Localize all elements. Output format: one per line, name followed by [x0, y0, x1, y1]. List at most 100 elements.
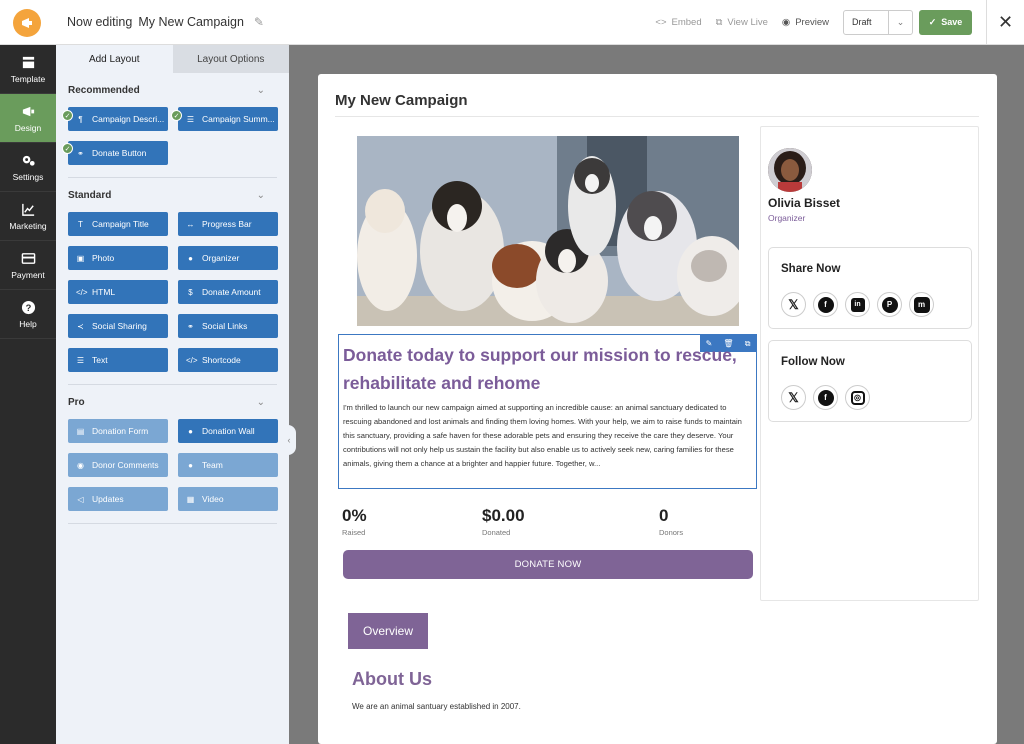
- facebook-icon[interactable]: f: [813, 292, 838, 317]
- about-heading: About Us: [352, 669, 432, 689]
- pinterest-icon[interactable]: P: [877, 292, 902, 317]
- avatar: [768, 148, 812, 192]
- share-title: Share Now: [781, 263, 841, 275]
- layout-label: Social Sharing: [92, 321, 147, 331]
- duplicate-icon[interactable]: ⧉: [745, 339, 751, 349]
- mastodon-icon[interactable]: m: [909, 292, 934, 317]
- layout-updates[interactable]: ◁ Updates: [68, 487, 168, 511]
- layout-social-sharing[interactable]: ≺ Social Sharing: [68, 314, 168, 338]
- link-icon: ⚭: [77, 148, 84, 158]
- layout-shortcode[interactable]: </> Shortcode: [178, 348, 278, 372]
- top-bar: Now editing My New Campaign ✎ <> Embed ⧉…: [0, 0, 1024, 45]
- share-box: Share Now 𝕏 f in P m: [768, 247, 972, 329]
- layout-progress-bar[interactable]: ↔ Progress Bar: [178, 212, 278, 236]
- layout-campaign-summary[interactable]: ☰ Campaign Summ...: [178, 107, 278, 131]
- layout-text[interactable]: ☰ Text: [68, 348, 168, 372]
- layout-team[interactable]: ● Team: [178, 453, 278, 477]
- layout-donate-button[interactable]: ⚭ Donate Button: [68, 141, 168, 165]
- layout-donation-form[interactable]: ▤ Donation Form: [68, 419, 168, 443]
- campaign-name: My New Campaign: [138, 15, 244, 29]
- layout-donation-wall[interactable]: ● Donation Wall: [178, 419, 278, 443]
- layout-campaign-description[interactable]: ¶ Campaign Descri...: [68, 107, 168, 131]
- layout-html[interactable]: </> HTML: [68, 280, 168, 304]
- organizer-role: Organizer: [768, 213, 806, 223]
- chevron-down-icon[interactable]: ⌄: [257, 397, 265, 408]
- standard-header[interactable]: Standard ⌄: [68, 178, 265, 212]
- stat-value: 0: [659, 506, 669, 525]
- nav-label: Template: [10, 73, 46, 84]
- layout-social-links[interactable]: ⚭ Social Links: [178, 314, 278, 338]
- x-icon[interactable]: 𝕏: [781, 292, 806, 317]
- preview-link[interactable]: ◉ Preview: [782, 17, 829, 28]
- stat-raised: 0% Raised: [342, 506, 367, 537]
- close-icon[interactable]: ✕: [986, 0, 1024, 44]
- megaphone-icon: [22, 106, 34, 116]
- organizer-photo: [768, 148, 812, 192]
- section-title: Pro: [68, 396, 85, 408]
- nav-payment[interactable]: Payment: [0, 241, 56, 290]
- layout-organizer[interactable]: ● Organizer: [178, 246, 278, 270]
- added-check-icon: ✓: [62, 143, 73, 154]
- pro-section: Pro ⌄ ▤ Donation Form ● Donation Wall ◉ Don…: [68, 385, 278, 524]
- campaign-description-block[interactable]: ✎ 🗑︎ ⧉ Donate today to support our missi…: [338, 334, 757, 489]
- dollar-icon: $: [188, 287, 193, 297]
- nav-settings[interactable]: Settings: [0, 143, 56, 192]
- external-link-icon: ⧉: [715, 16, 723, 28]
- tab-overview[interactable]: Overview: [348, 613, 428, 649]
- status-select[interactable]: Draft ⌄: [843, 9, 913, 35]
- nav-help[interactable]: ? Help: [0, 290, 56, 339]
- app-logo[interactable]: [13, 9, 41, 37]
- embed-link[interactable]: <> Embed: [655, 17, 701, 28]
- user-icon: ●: [188, 253, 193, 263]
- arrows-icon: ↔: [186, 219, 195, 229]
- list-icon: ☰: [186, 114, 195, 124]
- chevron-down-icon[interactable]: ⌄: [888, 10, 912, 34]
- linkedin-icon[interactable]: in: [845, 292, 870, 317]
- layout-campaign-title[interactable]: T Campaign Title: [68, 212, 168, 236]
- text-icon: T: [78, 219, 83, 229]
- collapse-panel-icon[interactable]: ‹: [282, 425, 296, 455]
- team-icon: ●: [188, 460, 193, 470]
- nav-template[interactable]: Template: [0, 45, 56, 94]
- campaign-description: I'm thrilled to launch our new campaign …: [343, 403, 742, 469]
- tab-add-layout[interactable]: Add Layout: [56, 45, 173, 73]
- layout-donate-amount[interactable]: $ Donate Amount: [178, 280, 278, 304]
- layout-label: Shortcode: [202, 355, 241, 365]
- instagram-icon[interactable]: ◎: [845, 385, 870, 410]
- recommended-header[interactable]: Recommended ⌄: [68, 73, 265, 107]
- megaphone-icon: ◁: [77, 494, 84, 504]
- save-button[interactable]: ✓ Save: [919, 9, 972, 35]
- layout-donor-comments[interactable]: ◉ Donor Comments: [68, 453, 168, 477]
- gears-icon: [22, 155, 35, 166]
- layout-panel: Add Layout Layout Options Recommended ⌄ …: [56, 45, 289, 744]
- layout-label: Campaign Title: [92, 219, 149, 229]
- layout-label: Campaign Summ...: [202, 114, 275, 124]
- chevron-down-icon[interactable]: ⌄: [257, 190, 265, 201]
- tab-layout-options[interactable]: Layout Options: [172, 45, 289, 73]
- page-title: My New Campaign: [335, 92, 468, 109]
- view-live-link[interactable]: ⧉ View Live: [716, 17, 768, 28]
- section-title: Standard: [68, 189, 112, 201]
- divider: [335, 116, 979, 117]
- follow-box: Follow Now 𝕏 f ◎: [768, 340, 972, 422]
- pencil-icon[interactable]: ✎: [254, 15, 264, 29]
- layout-label: Social Links: [202, 321, 248, 331]
- layout-label: Donate Button: [92, 148, 147, 158]
- facebook-icon[interactable]: f: [813, 385, 838, 410]
- nav-label: Help: [19, 318, 37, 329]
- campaign-photo[interactable]: [357, 136, 739, 326]
- standard-section: Standard ⌄ T Campaign Title ↔ Progress Bar…: [68, 178, 278, 385]
- chevron-down-icon[interactable]: ⌄: [257, 85, 265, 96]
- editing-label: Now editing: [67, 15, 133, 29]
- nav-design[interactable]: Design: [0, 94, 56, 143]
- x-icon[interactable]: 𝕏: [781, 385, 806, 410]
- check-icon: ✓: [928, 16, 937, 27]
- donate-now-button[interactable]: DONATE NOW: [343, 550, 753, 579]
- pro-header[interactable]: Pro ⌄: [68, 385, 265, 419]
- megaphone-logo-icon: [22, 18, 32, 28]
- template-icon: [22, 56, 34, 68]
- nav-marketing[interactable]: Marketing: [0, 192, 56, 241]
- editing-title: Now editing My New Campaign ✎: [67, 15, 264, 29]
- layout-photo[interactable]: ▣ Photo: [68, 246, 168, 270]
- layout-video[interactable]: ▦ Video: [178, 487, 278, 511]
